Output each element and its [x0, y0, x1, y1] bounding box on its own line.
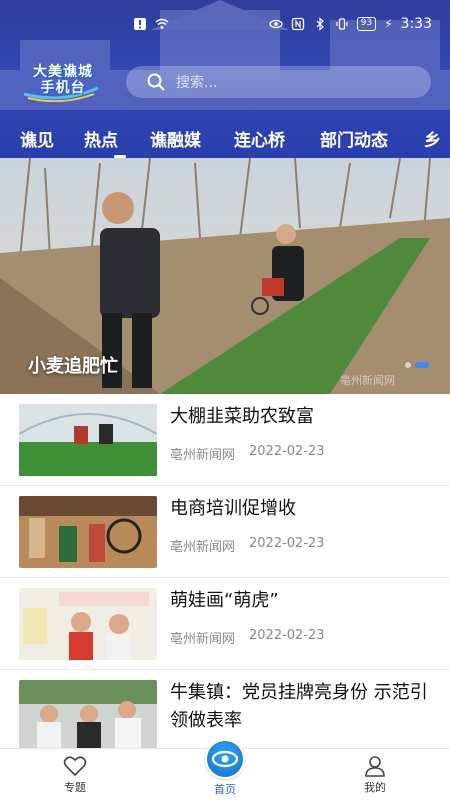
news-date: 2022-02-23	[249, 536, 325, 551]
news-date: 2022-02-23	[249, 628, 325, 643]
nav-home[interactable]: 首页	[195, 739, 255, 797]
logo-line-1: 大美谯城	[33, 64, 93, 80]
battery-level: 93	[356, 17, 377, 31]
status-right-icons: 93 ⚡ 3:33	[269, 16, 432, 32]
category-tabs: 谯见 热点 谯融媒 连心桥 部门动态 乡	[0, 118, 450, 158]
news-title: 牛集镇：党员挂牌亮身份 示范引领做表率	[170, 682, 428, 731]
app-header: 93 ⚡ 3:33 大美谯城 手机台 搜索... 谯见 热点 谯融媒 连心桥 部…	[0, 0, 450, 158]
tab-lianxinqiao[interactable]: 连心桥	[234, 126, 285, 151]
news-source: 亳州新闻网	[170, 448, 236, 463]
status-left-icons	[133, 17, 169, 31]
eye-icon	[269, 19, 283, 29]
bluetooth-icon	[316, 17, 324, 31]
nav-profile-label: 我的	[364, 781, 386, 794]
list-item[interactable]: 萌娃画“萌虎” 亳州新闻网 2022-02-23	[0, 578, 450, 670]
hero-watermark: 亳州新闻网	[340, 374, 395, 387]
nav-topics[interactable]: 专题	[45, 755, 105, 795]
news-thumbnail	[19, 496, 157, 568]
tab-department-news[interactable]: 部门动态	[320, 126, 388, 151]
carousel-dot-active	[415, 362, 429, 368]
news-meta: 亳州新闻网 2022-02-23	[170, 536, 325, 555]
news-title: 萌娃画“萌虎”	[170, 590, 279, 611]
alert-icon	[134, 18, 146, 30]
news-thumbnail	[19, 680, 157, 752]
search-bar[interactable]: 搜索...	[126, 66, 431, 98]
tab-qiao-media[interactable]: 谯融媒	[150, 126, 201, 151]
wifi-icon	[155, 18, 169, 29]
clock: 3:33	[400, 16, 432, 32]
news-thumbnail	[19, 588, 157, 660]
carousel-indicator	[405, 362, 429, 368]
news-source: 亳州新闻网	[170, 540, 236, 555]
logo-text: 大美谯城 手机台	[28, 64, 98, 96]
tab-township[interactable]: 乡	[424, 126, 441, 151]
tab-qiaojian[interactable]: 谯见	[20, 126, 54, 151]
tab-hotspot[interactable]: 热点	[84, 126, 118, 151]
search-placeholder: 搜索...	[176, 75, 218, 91]
news-meta: 亳州新闻网 2022-02-23	[170, 444, 325, 463]
bottom-navigation: 专题 首页 我的	[0, 739, 450, 800]
home-eye-icon	[205, 739, 245, 779]
vibrate-icon	[336, 18, 348, 30]
list-item[interactable]: 大棚韭菜助农致富 亳州新闻网 2022-02-23	[0, 394, 450, 486]
search-icon	[147, 73, 165, 91]
hero-caption: 小麦追肥忙	[28, 356, 118, 377]
news-thumbnail	[19, 404, 157, 476]
charging-icon: ⚡	[384, 17, 393, 31]
news-title: 大棚韭菜助农致富	[170, 406, 314, 427]
heart-icon	[63, 756, 87, 777]
nav-topics-label: 专题	[64, 781, 86, 794]
app-logo: 大美谯城 手机台	[22, 60, 100, 103]
nav-home-label: 首页	[214, 783, 236, 796]
user-icon	[365, 756, 385, 777]
carousel-dot	[405, 362, 411, 368]
status-bar: 93 ⚡ 3:33	[0, 0, 450, 52]
logo-line-2: 手机台	[40, 80, 86, 96]
news-meta: 亳州新闻网 2022-02-23	[170, 628, 325, 647]
list-item[interactable]: 电商培训促增收 亳州新闻网 2022-02-23	[0, 486, 450, 578]
news-title: 电商培训促增收	[170, 498, 296, 519]
nfc-icon	[291, 17, 304, 31]
news-date: 2022-02-23	[249, 444, 325, 459]
news-source: 亳州新闻网	[170, 632, 236, 647]
nav-profile[interactable]: 我的	[345, 755, 405, 795]
